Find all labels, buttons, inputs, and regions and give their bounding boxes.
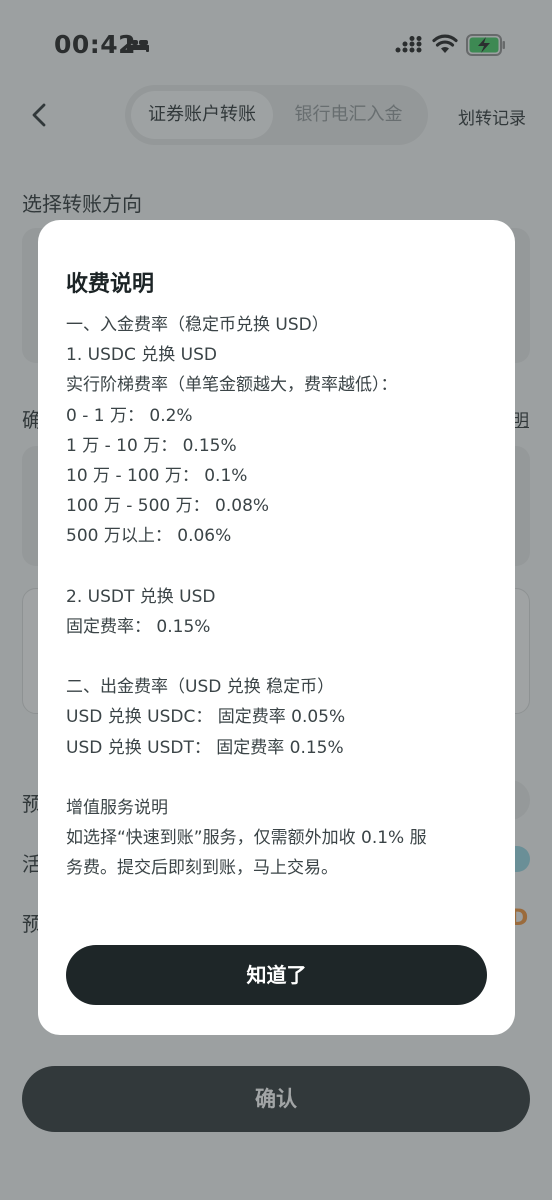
modal-line: 500 万以上： 0.06% [66, 526, 232, 547]
modal-spacer [66, 552, 496, 582]
modal-line: 1 万 - 10 万： 0.15% [66, 435, 237, 456]
modal-line: 二、出金费率（USD 兑换 稳定币） [66, 677, 335, 698]
modal-line: 100 万 - 500 万： 0.08% [66, 496, 270, 517]
modal-title: 收费说明 [66, 272, 155, 297]
modal-line: 1. USDC 兑换 USD [66, 345, 217, 366]
modal-line: 增值服务说明 [66, 798, 168, 818]
acknowledge-button[interactable]: 知道了 [66, 945, 487, 1005]
modal-line: 固定费率： 0.15% [66, 616, 211, 637]
modal-spacer [66, 763, 496, 793]
modal-line: 0 - 1 万： 0.2% [66, 405, 193, 426]
modal-line: 务费。提交后即刻到账，马上交易。 [66, 858, 338, 879]
modal-line: 一、入金费率（稳定币兑换 USD） [66, 315, 329, 335]
fee-explanation-modal: 收费说明 一、入金费率（稳定币兑换 USD） 1. USDC 兑换 USD 实行… [38, 220, 515, 1035]
modal-line: USD 兑换 USDT： 固定费率 0.15% [66, 737, 344, 758]
modal-line: 2. USDT 兑换 USD [66, 586, 216, 607]
modal-body: 一、入金费率（稳定币兑换 USD） 1. USDC 兑换 USD 实行阶梯费率（… [66, 310, 496, 884]
modal-spacer [66, 642, 496, 672]
modal-line: USD 兑换 USDC： 固定费率 0.05% [66, 707, 346, 728]
modal-line: 如选择“快速到账”服务，仅需额外加收 0.1% 服 [66, 828, 427, 849]
modal-line: 实行阶梯费率（单笔金额越大，费率越低）： [66, 375, 398, 396]
modal-line: 10 万 - 100 万： 0.1% [66, 465, 248, 486]
